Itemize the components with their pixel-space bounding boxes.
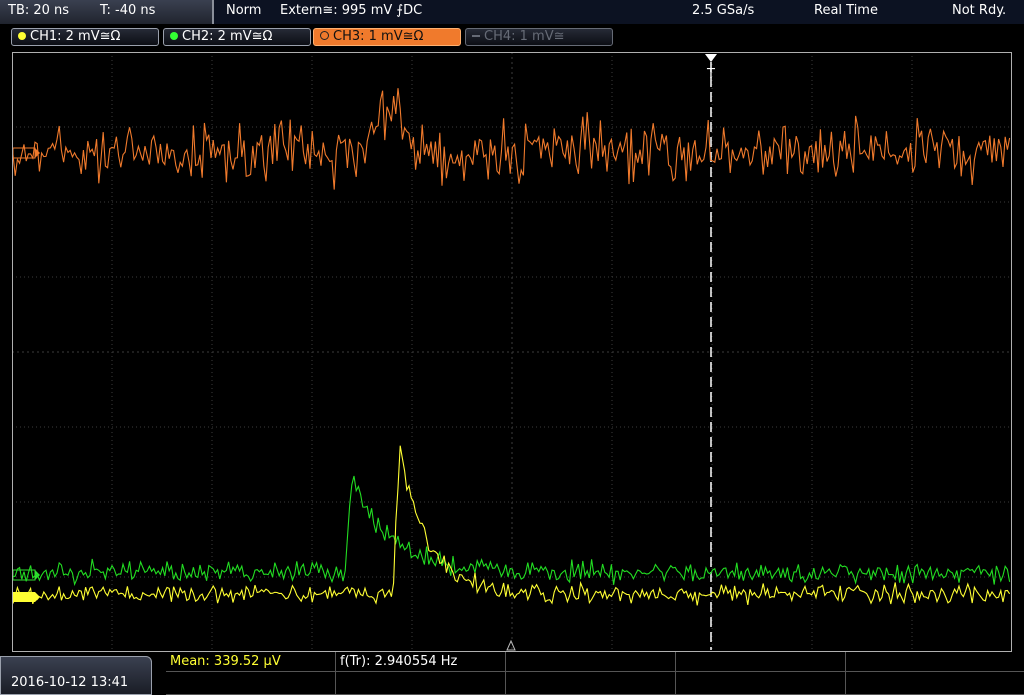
timebase-readout: TB: 20 ns (8, 3, 70, 18)
acquisition-mode[interactable]: Real Time (814, 3, 878, 18)
frequency-measurement: f(Tr): 2.940554 Hz (340, 654, 458, 669)
channel-2-button[interactable]: CH2: 2 mV≅Ω (163, 28, 311, 46)
channel-3-dot-icon (320, 31, 329, 40)
measurement-cell-frequency[interactable]: f(Tr): 2.940554 Hz (336, 652, 506, 672)
graticule-border (12, 52, 1012, 652)
channel-2-label: CH2: 2 mV≅Ω (182, 29, 273, 44)
channel-4-dash-icon (472, 35, 480, 37)
acquisition-state: Not Rdy. (952, 3, 1007, 18)
measurement-cell-4[interactable] (676, 652, 846, 672)
channel-3-button[interactable]: CH3: 1 mV≅Ω (313, 28, 461, 46)
datetime-box: 2016-10-12 13:41 (0, 656, 152, 695)
measurement-cell-9[interactable] (676, 672, 846, 695)
channel-3-label: CH3: 1 mV≅Ω (333, 29, 424, 44)
timebase-box[interactable]: TB: 20 ns T: -40 ns (0, 0, 214, 24)
measurement-cell-5[interactable] (846, 652, 1024, 672)
trigger-mode[interactable]: Norm (226, 3, 261, 18)
mean-measurement: Mean: 339.52 µV (170, 654, 281, 669)
trigger-source[interactable]: Extern≅: 995 mV ⨍DC (280, 3, 422, 18)
measurement-cell-8[interactable] (506, 672, 676, 695)
channel-1-dot-icon (18, 32, 26, 40)
datetime-label: 2016-10-12 13:41 (11, 675, 129, 690)
channel-1-label: CH1: 2 mV≅Ω (30, 29, 121, 44)
measurement-cell-7[interactable] (336, 672, 506, 695)
channel-4-label: CH4: 1 mV≅ (484, 29, 565, 44)
channel-2-dot-icon (170, 32, 178, 40)
channel-4-button[interactable]: CH4: 1 mV≅ (465, 28, 613, 46)
measurement-cell-10[interactable] (846, 672, 1024, 695)
sample-rate: 2.5 GSa/s (692, 3, 755, 18)
measurement-cell-mean[interactable]: Mean: 339.52 µV (166, 652, 336, 672)
trigger-time-readout: T: -40 ns (100, 3, 156, 18)
measurement-cell-3[interactable] (506, 652, 676, 672)
channel-1-button[interactable]: CH1: 2 mV≅Ω (11, 28, 159, 46)
measurement-cell-6[interactable] (166, 672, 336, 695)
